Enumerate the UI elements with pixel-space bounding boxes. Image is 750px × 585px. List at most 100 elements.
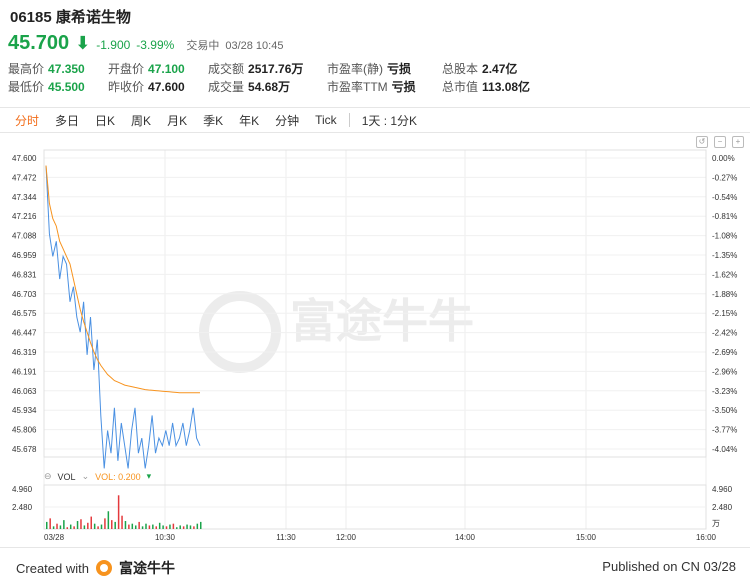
- volume-bar: [152, 524, 154, 529]
- down-arrow-icon: ⬇: [75, 33, 91, 53]
- tab-1[interactable]: 多日: [47, 112, 87, 129]
- created-with-text: Created with: [16, 560, 89, 576]
- stat-turnover: 2517.76万: [248, 62, 304, 76]
- tab-8[interactable]: Tick: [307, 113, 345, 127]
- stat-label: 昨收价: [108, 80, 145, 94]
- y-tick-left: 46.063: [12, 387, 37, 396]
- volume-bar: [124, 521, 127, 529]
- volume-bar: [196, 523, 199, 529]
- volume-bar: [162, 525, 164, 529]
- y-tick-left: 45.678: [12, 445, 37, 454]
- volume-bar: [155, 526, 158, 529]
- stat-pe-static: 亏损: [387, 62, 412, 76]
- x-tick: 14:00: [455, 533, 476, 542]
- volume-bar: [193, 526, 195, 529]
- volume-bar: [182, 526, 185, 529]
- tab-6[interactable]: 年K: [231, 112, 267, 129]
- y-tick-right: -0.81%: [712, 212, 737, 221]
- volume-bar: [128, 524, 130, 529]
- last-price: 45.700: [8, 32, 70, 54]
- trade-time: 03/28 10:45: [225, 40, 284, 52]
- volume-bar: [52, 526, 55, 529]
- price-change: -1.900: [96, 38, 131, 52]
- tab-separator: [348, 113, 350, 127]
- stat-low: 45.500: [48, 80, 85, 94]
- volume-bar: [90, 516, 92, 529]
- stock-header: 06185 康希诺生物: [10, 6, 131, 27]
- y-tick-right: -1.35%: [712, 251, 737, 260]
- y-tick-left: 47.088: [12, 232, 37, 241]
- collapse-icon[interactable]: ⊖: [44, 471, 52, 482]
- volume-bar: [66, 527, 69, 529]
- zoom-in-icon[interactable]: +: [732, 136, 744, 148]
- tab-7[interactable]: 分钟: [267, 112, 307, 129]
- y-tick-right: -1.08%: [712, 232, 737, 241]
- stat-mcap: 113.08亿: [482, 80, 531, 94]
- tab-4[interactable]: 月K: [159, 112, 195, 129]
- x-tick: 10:30: [155, 533, 176, 542]
- footer: Created with 富途牛牛 Published on CN 03/28: [0, 547, 750, 585]
- watermark-text: 富途牛牛: [290, 295, 474, 347]
- tab-2[interactable]: 日K: [87, 112, 123, 129]
- caret-down-icon[interactable]: ▾: [147, 471, 152, 482]
- y-tick-left: 47.216: [12, 212, 37, 221]
- vol-tick-left: 2.480: [12, 503, 33, 512]
- footer-created: Created with 富途牛牛: [16, 558, 175, 578]
- tab-0[interactable]: 分时: [7, 112, 47, 129]
- volume-bar: [186, 524, 188, 529]
- chart-controls: ↺ − +: [696, 136, 744, 148]
- x-tick: 15:00: [576, 533, 597, 542]
- period-selector[interactable]: 1天 : 1分K: [354, 112, 425, 129]
- volume-bar: [138, 521, 140, 529]
- reset-icon[interactable]: ↺: [696, 136, 708, 148]
- y-tick-left: 46.959: [12, 251, 37, 260]
- vol-tick-left: 4.960: [12, 485, 33, 494]
- vol-tick-right: 4.960: [712, 485, 733, 494]
- volume-bar: [80, 519, 82, 529]
- stat-label: 总股本: [442, 62, 479, 76]
- volume-bar: [76, 521, 79, 529]
- stat-shares: 2.47亿: [482, 62, 518, 76]
- volume-bar: [121, 515, 123, 529]
- y-tick-left: 46.191: [12, 367, 37, 376]
- y-tick-left: 46.703: [12, 290, 37, 299]
- volume-bar: [83, 525, 86, 529]
- volume-legend: ⊖ VOL ⌄ VOL: 0.200 ▾: [44, 471, 151, 482]
- y-tick-left: 46.831: [12, 270, 37, 279]
- price-change-pct: -3.99%: [136, 38, 175, 52]
- y-tick-right: -3.23%: [712, 387, 737, 396]
- y-tick-right: -2.42%: [712, 329, 737, 338]
- volume-bar: [179, 525, 181, 529]
- volume-bar: [114, 521, 116, 529]
- watermark-logo-icon: [199, 291, 281, 373]
- stat-pe-ttm: 亏损: [391, 80, 416, 94]
- stat-high: 47.350: [48, 62, 85, 76]
- trade-status: 交易中: [186, 40, 220, 52]
- stock-title: 06185 康希诺生物: [10, 9, 131, 26]
- intraday-chart[interactable]: 富途牛牛 47.600 0.00% 47.472 -0.27% 47.344 -0.54% 4…: [0, 132, 750, 547]
- y-tick-left: 45.934: [12, 406, 37, 415]
- volume-bar: [56, 523, 58, 529]
- y-tick-right: -0.27%: [712, 173, 737, 182]
- vol-label[interactable]: VOL: [58, 472, 76, 482]
- stat-label: 最高价: [8, 62, 45, 76]
- volume-bar: [100, 524, 103, 529]
- dropdown-icon[interactable]: ⌄: [82, 471, 90, 482]
- volume-bar: [107, 511, 110, 529]
- y-tick-right: -1.62%: [712, 270, 737, 279]
- volume-bar: [104, 518, 106, 529]
- tab-3[interactable]: 周K: [123, 112, 159, 129]
- tab-5[interactable]: 季K: [195, 112, 231, 129]
- volume-bar: [73, 526, 75, 529]
- volume-bar: [87, 522, 89, 529]
- volume-bar: [200, 521, 202, 529]
- volume-bar: [117, 495, 120, 529]
- series-line-0: [45, 165, 201, 469]
- zoom-out-icon[interactable]: −: [714, 136, 726, 148]
- y-tick-right: -2.96%: [712, 367, 737, 376]
- stat-label: 市盈率(静): [327, 62, 383, 76]
- chart-tabs: 分时 多日 日K 周K 月K 季K 年K 分钟 Tick 1天 : 1分K: [0, 107, 750, 133]
- vol-tick-right: 2.480: [712, 503, 733, 512]
- y-tick-right: -0.54%: [712, 193, 737, 202]
- y-tick-left: 47.472: [12, 173, 37, 182]
